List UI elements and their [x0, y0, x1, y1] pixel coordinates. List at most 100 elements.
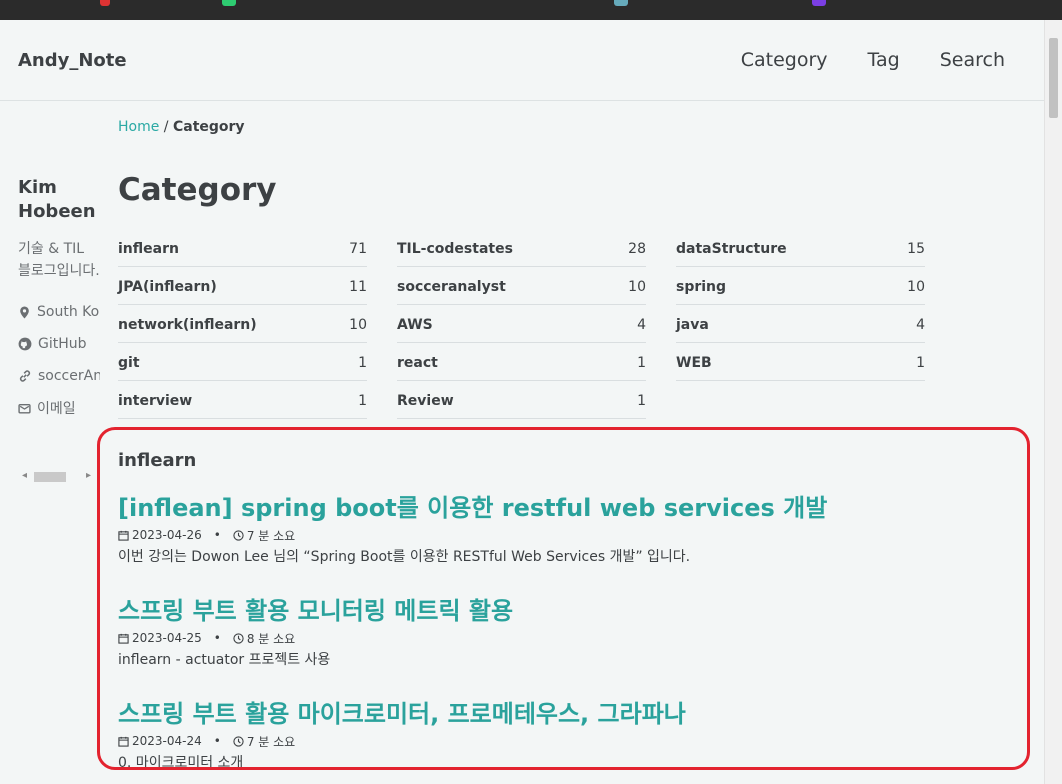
- category-count: 1: [637, 392, 646, 409]
- link-icon: [19, 370, 31, 382]
- post-title-link[interactable]: [inflean] spring boot를 이용한 restful web s…: [118, 492, 827, 524]
- author-email-link[interactable]: 이메일: [18, 392, 100, 424]
- author-email-label[interactable]: 이메일: [37, 398, 76, 418]
- scroll-left-arrow-icon[interactable]: ◂: [22, 470, 27, 481]
- section-title: inflearn: [118, 450, 197, 471]
- category-item[interactable]: inflearn 71: [118, 229, 367, 267]
- category-name[interactable]: dataStructure: [676, 241, 787, 257]
- breadcrumb: Home / Category: [118, 119, 245, 135]
- category-name[interactable]: network(inflearn): [118, 317, 257, 333]
- category-name[interactable]: inflearn: [118, 241, 179, 257]
- category-count: 1: [358, 354, 367, 371]
- category-item[interactable]: java 4: [676, 305, 925, 343]
- category-count: 1: [916, 354, 925, 371]
- category-item[interactable]: WEB 1: [676, 343, 925, 381]
- category-name[interactable]: react: [397, 355, 438, 371]
- calendar-icon: [118, 633, 129, 644]
- scrollbar-thumb[interactable]: [1049, 38, 1058, 118]
- category-count: 28: [628, 240, 646, 257]
- category-item[interactable]: dataStructure 15: [676, 229, 925, 267]
- meta-separator: •: [213, 734, 221, 748]
- masthead: Andy_Note Category Tag Search: [0, 20, 1045, 101]
- post-read-time: 7 분 소요: [246, 528, 296, 543]
- tab-indicator: [100, 0, 110, 6]
- post-meta: 2023-04-26 • 7 분 소요: [118, 526, 827, 544]
- category-name[interactable]: TIL-codestates: [397, 241, 513, 257]
- category-item[interactable]: react 1: [397, 343, 646, 381]
- post-excerpt: inflearn - actuator 프로젝트 사용: [118, 652, 331, 668]
- location-icon: [20, 306, 29, 318]
- author-github-label[interactable]: GitHub: [38, 336, 87, 352]
- category-count: 4: [637, 316, 646, 333]
- post-meta: 2023-04-24 • 7 분 소요: [118, 732, 686, 750]
- clock-icon: [233, 632, 244, 644]
- post-title-link[interactable]: 스프링 부트 활용 모니터링 메트릭 활용: [118, 595, 513, 627]
- author-links: South Korea GitHub soccerAnalyst 이메일: [18, 296, 100, 424]
- scroll-right-arrow-icon[interactable]: ▸: [86, 470, 91, 481]
- post-excerpt: 이번 강의는 Dowon Lee 님의 “Spring Boot를 이용한 RE…: [118, 549, 691, 565]
- post-item: 스프링 부트 활용 모니터링 메트릭 활용 2023-04-25 • 8 분 소…: [118, 595, 513, 670]
- category-item[interactable]: git 1: [118, 343, 367, 381]
- clock-icon: [233, 529, 244, 541]
- category-item[interactable]: JPA(inflearn) 11: [118, 267, 367, 305]
- post-date: 2023-04-24: [132, 734, 202, 748]
- author-location-label: South Korea: [37, 304, 100, 320]
- github-icon: [18, 337, 32, 351]
- category-name[interactable]: java: [676, 317, 709, 333]
- category-name[interactable]: AWS: [397, 317, 433, 333]
- post-item: [inflean] spring boot를 이용한 restful web s…: [118, 492, 827, 567]
- category-list: inflearn 71 TIL-codestates 28 dataStructur…: [118, 229, 926, 419]
- calendar-icon: [118, 736, 129, 747]
- meta-separator: •: [213, 631, 221, 645]
- category-name[interactable]: WEB: [676, 355, 712, 371]
- post-date: 2023-04-25: [132, 631, 202, 645]
- nav-category[interactable]: Category: [741, 49, 828, 71]
- page-title: Category: [118, 172, 277, 208]
- author-github-link[interactable]: GitHub: [18, 328, 100, 360]
- breadcrumb-home[interactable]: Home: [118, 119, 159, 135]
- category-item[interactable]: Review 1: [397, 381, 646, 419]
- tab-indicator: [614, 0, 628, 6]
- category-count: 1: [637, 354, 646, 371]
- category-item[interactable]: AWS 4: [397, 305, 646, 343]
- category-count: 15: [907, 240, 925, 257]
- post-title-link[interactable]: 스프링 부트 활용 마이크로미터, 프로메테우스, 그라파나: [118, 698, 686, 730]
- sidebar-horizontal-scrollbar[interactable]: ◂ ▸: [22, 470, 92, 484]
- category-count: 71: [349, 240, 367, 257]
- breadcrumb-separator: /: [163, 119, 169, 135]
- category-name[interactable]: spring: [676, 279, 726, 295]
- category-name[interactable]: Review: [397, 393, 454, 409]
- post-read-time: 8 분 소요: [246, 631, 296, 646]
- category-name[interactable]: interview: [118, 393, 192, 409]
- category-count: 1: [358, 392, 367, 409]
- mail-icon: [18, 403, 31, 414]
- category-name[interactable]: socceranalyst: [397, 279, 506, 295]
- tab-indicator: [812, 0, 826, 6]
- category-item[interactable]: socceranalyst 10: [397, 267, 646, 305]
- tab-indicator: [222, 0, 236, 6]
- sidebar-scroll-thumb[interactable]: [34, 472, 66, 482]
- author-bio: 기술 & TIL 블로그입니다.: [18, 241, 100, 279]
- main-nav: Category Tag Search: [741, 49, 1005, 71]
- page-scrollbar[interactable]: [1044, 20, 1062, 784]
- author-blog-label[interactable]: soccerAnalyst: [38, 368, 100, 384]
- post-excerpt: 0. 마이크로미터 소개: [118, 755, 244, 771]
- author-sidebar: Kim Hobeen 기술 & TIL 블로그입니다. South Korea …: [18, 176, 100, 424]
- category-item[interactable]: interview 1: [118, 381, 367, 419]
- author-name: Kim Hobeen: [18, 177, 96, 222]
- category-name[interactable]: git: [118, 355, 140, 371]
- category-item[interactable]: network(inflearn) 10: [118, 305, 367, 343]
- nav-tag[interactable]: Tag: [868, 49, 900, 71]
- nav-search[interactable]: Search: [940, 49, 1005, 71]
- post-read-time: 7 분 소요: [246, 734, 296, 749]
- breadcrumb-current: Category: [172, 119, 245, 135]
- category-name[interactable]: JPA(inflearn): [118, 279, 217, 295]
- author-blog-link[interactable]: soccerAnalyst: [18, 360, 100, 392]
- category-item[interactable]: TIL-codestates 28: [397, 229, 646, 267]
- site-title[interactable]: Andy_Note: [18, 50, 127, 71]
- post-item: 스프링 부트 활용 마이크로미터, 프로메테우스, 그라파나 2023-04-2…: [118, 698, 686, 773]
- category-count: 4: [916, 316, 925, 333]
- meta-separator: •: [213, 528, 221, 542]
- category-item[interactable]: spring 10: [676, 267, 925, 305]
- category-count: 11: [349, 278, 367, 295]
